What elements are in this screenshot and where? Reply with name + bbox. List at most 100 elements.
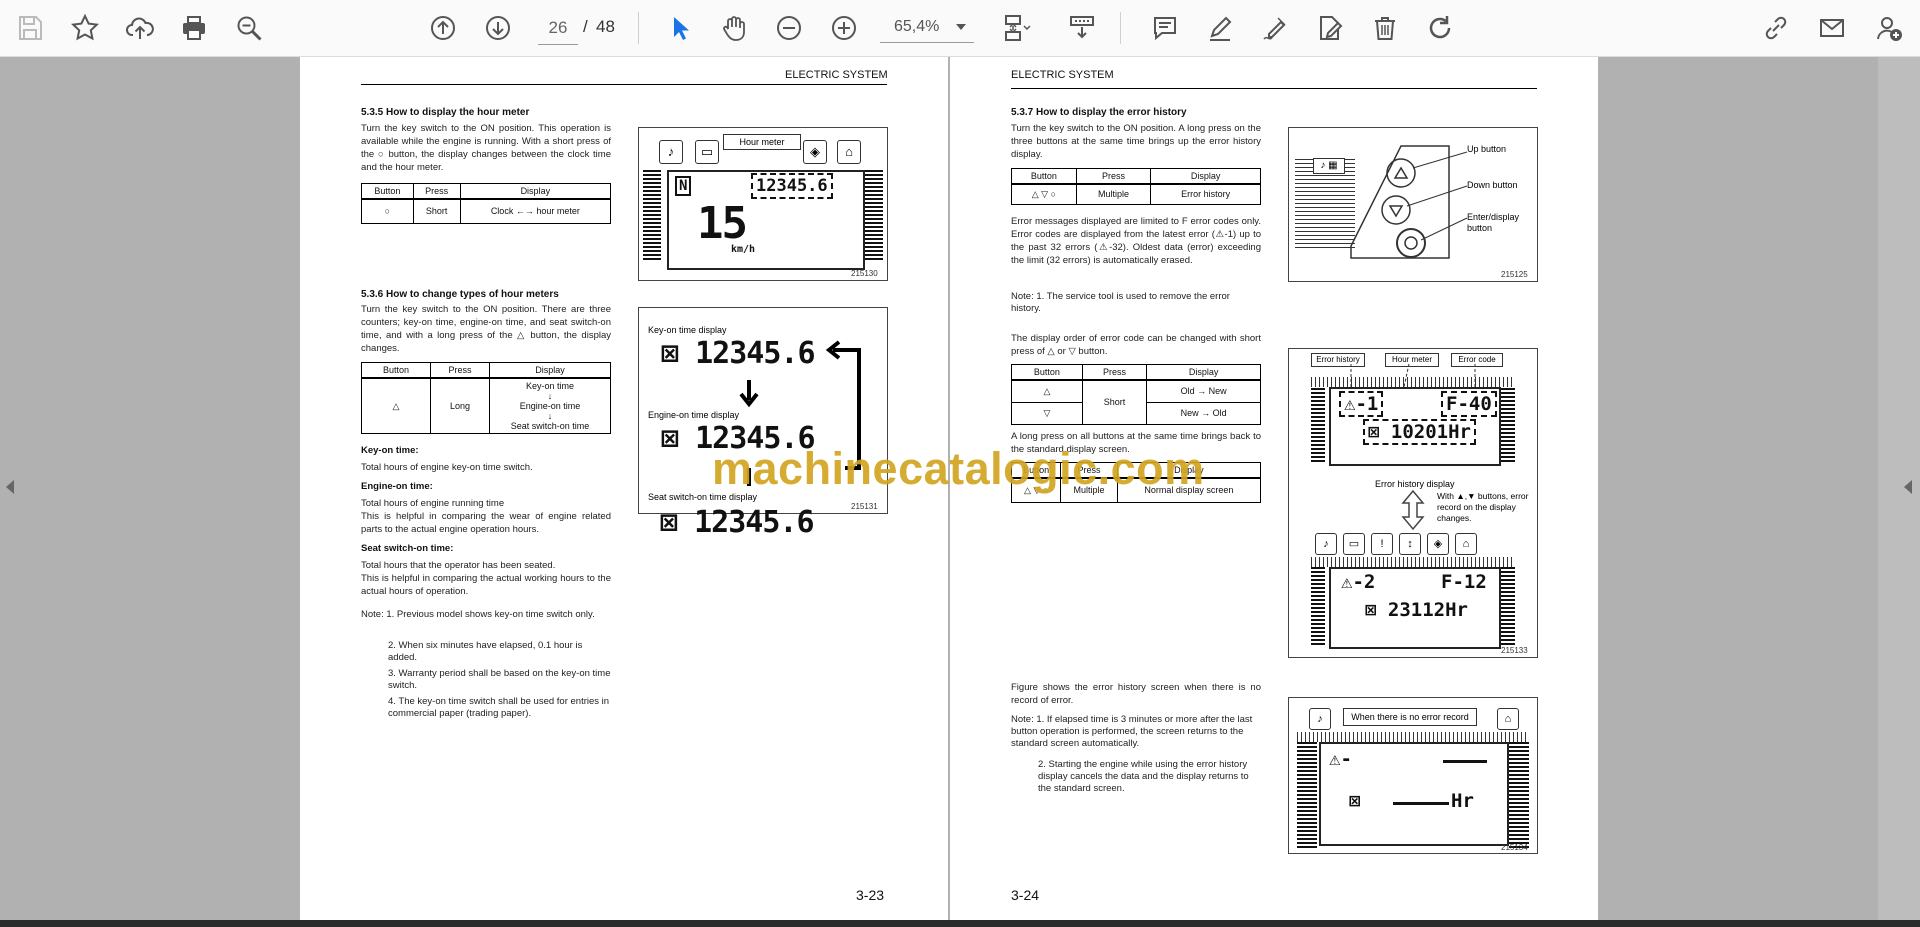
status-strip <box>0 920 1920 927</box>
page-number: 3-24 <box>1011 887 1040 903</box>
definition-title: Engine-on time: <box>361 481 433 492</box>
hour-meter-figure: ♪ ▭ ◈ ⌂ Hour meter N 12345.6 15 km/h 215… <box>638 127 888 281</box>
left-panel-toggle-icon[interactable] <box>6 480 14 494</box>
cloud-upload-icon[interactable] <box>122 10 158 46</box>
callout-enter-button: Enter/display button <box>1467 212 1520 233</box>
figure-number: 215125 <box>1501 270 1528 279</box>
col-header: Display <box>489 362 611 379</box>
hatch-pattern <box>1297 732 1527 742</box>
hours-unit: Hr <box>1451 790 1474 812</box>
print-icon[interactable] <box>176 10 212 46</box>
table-cell-display-list: Key-on time ↓ Engine-on time ↓ Seat swit… <box>489 377 611 434</box>
battery-icon: ▭ <box>695 140 719 164</box>
temperature-icon: ↕ <box>1399 533 1421 555</box>
vertical-scrollbar[interactable] <box>1878 57 1920 920</box>
highlight-pen-icon[interactable] <box>1202 10 1238 46</box>
edit-document-icon[interactable] <box>1312 10 1348 46</box>
lcd-readout: ⊠ <box>1349 790 1361 812</box>
side-note: With ▲,▼ buttons, error record on the di… <box>1437 491 1529 523</box>
zoom-dropdown[interactable]: 65,4% <box>880 12 974 43</box>
right-panel-toggle-icon[interactable] <box>1904 480 1912 494</box>
toolbar-divider <box>1120 12 1121 44</box>
draw-signature-icon[interactable] <box>1257 10 1293 46</box>
section-body-535: Turn the key switch to the ON position. … <box>361 123 611 173</box>
bell-icon: ♪ <box>1315 533 1337 555</box>
section-body-536: Turn the key switch to the ON position. … <box>361 304 611 354</box>
zoom-out-icon[interactable] <box>771 10 807 46</box>
previous-page-icon[interactable] <box>425 10 461 46</box>
col-header: Button <box>1011 364 1083 381</box>
select-cursor-icon[interactable] <box>661 10 697 46</box>
page-header: ELECTRIC SYSTEM <box>1011 69 1114 81</box>
hand-pan-icon[interactable] <box>716 10 752 46</box>
scroll-mode-icon[interactable] <box>1064 10 1100 46</box>
bell-icon: ♪ <box>1309 708 1331 730</box>
callout-down-button: Down button <box>1467 180 1518 190</box>
body-error-limit: Error messages displayed are limited to … <box>1011 216 1261 266</box>
hatch-pattern <box>643 170 661 260</box>
body-no-record: Figure shows the error history screen wh… <box>1011 682 1261 706</box>
hatch-pattern <box>1509 742 1529 848</box>
col-header: Display <box>1146 364 1261 381</box>
table-cell: Error history <box>1150 183 1261 205</box>
save-icon[interactable] <box>12 10 48 46</box>
error-hours: ⊠ 23112Hr <box>1365 599 1468 621</box>
delete-trash-icon[interactable] <box>1367 10 1403 46</box>
display-item: Engine-on time <box>519 401 581 411</box>
table-cell: Old → New <box>1146 379 1261 403</box>
note-item: Note: 1. The service tool is used to rem… <box>1011 291 1230 314</box>
callout-up-button: Up button <box>1467 144 1507 154</box>
battery-icon: ▭ <box>1343 533 1365 555</box>
table-cell: ▽ <box>1011 401 1083 425</box>
comment-icon[interactable] <box>1147 10 1183 46</box>
note-item: 4. The key-on time switch shall be used … <box>388 696 610 719</box>
seat-value: 12345.6 <box>694 505 814 540</box>
engine-check-icon: ⌂ <box>1455 533 1477 555</box>
section-title-535: 5.3.5 How to display the hour meter <box>361 107 530 118</box>
zoom-search-icon[interactable] <box>231 10 267 46</box>
header-rule <box>1011 88 1537 89</box>
error-history-table: Button Press Display △ ▽ ○ Multiple Erro… <box>1011 168 1261 205</box>
star-bookmark-icon[interactable] <box>67 10 103 46</box>
page-number-input[interactable] <box>538 12 578 45</box>
col-header: Press <box>412 183 461 200</box>
table-cell: △ <box>361 377 431 434</box>
page-fit-icon[interactable] <box>998 10 1034 46</box>
table-cell: Long <box>430 377 490 434</box>
share-link-icon[interactable] <box>1758 10 1794 46</box>
header-rule <box>361 84 887 85</box>
figure-number: 215134 <box>1501 843 1528 852</box>
button-panel-figure: ♪ ▦ Up button Down button Enter/display … <box>1288 127 1538 282</box>
section-body-537: Turn the key switch to the ON position. … <box>1011 123 1261 160</box>
display-item: Seat switch-on time <box>510 421 590 431</box>
add-user-icon[interactable] <box>1871 10 1907 46</box>
definition-body: Total hours of engine key-on time switch… <box>361 462 533 473</box>
hatch-pattern <box>1311 567 1325 645</box>
engine-check-icon: ⌂ <box>1497 708 1519 730</box>
hatch-pattern <box>1297 742 1317 848</box>
col-header: Press <box>1075 168 1152 185</box>
zoom-in-icon[interactable] <box>826 10 862 46</box>
engine-check-icon: ⌂ <box>837 140 861 164</box>
email-envelope-icon[interactable] <box>1814 10 1850 46</box>
engine-oil-icon: ◈ <box>803 140 827 164</box>
table-cell: △ ▽ ○ <box>1011 183 1077 205</box>
speed-unit: km/h <box>731 244 756 255</box>
page-header: ELECTRIC SYSTEM <box>785 69 888 81</box>
col-header: Button <box>361 362 431 379</box>
section-title-537: 5.3.7 How to display the error history <box>1011 107 1187 118</box>
col-header: Button <box>361 183 414 200</box>
toolbar: / 48 65,4% <box>0 0 1920 57</box>
display-item: Key-on time <box>525 381 575 391</box>
note-item: 2. Starting the engine while using the e… <box>1038 759 1249 794</box>
definition-body: Total hours of engine running time <box>361 498 505 509</box>
next-page-icon[interactable] <box>480 10 516 46</box>
empty-hours-dash <box>1393 802 1449 805</box>
error-hours-value: 23112Hr <box>1387 599 1468 621</box>
redo-rotate-icon[interactable] <box>1422 10 1458 46</box>
table-cell: New → Old <box>1146 401 1261 425</box>
display-item: ↓ <box>547 411 553 421</box>
col-header: Press <box>1081 364 1148 381</box>
error-number: ⚠-2 <box>1341 571 1376 593</box>
table-cell: Multiple <box>1075 183 1152 205</box>
